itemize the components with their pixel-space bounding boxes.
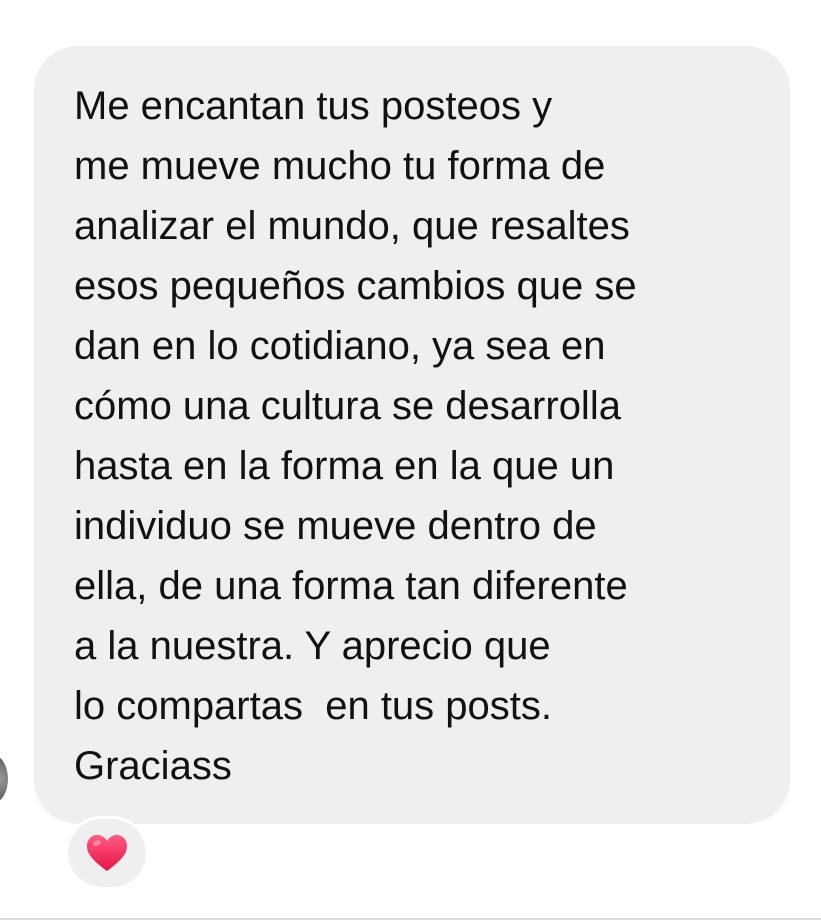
message-line: analizar el mundo, que resaltes [74, 204, 630, 248]
message-bubble[interactable]: Me encantan tus posteos y me mueve mucho… [34, 46, 790, 824]
message-line: a la nuestra. Y aprecio que [74, 624, 551, 668]
message-line: ella, de una forma tan diferente [74, 564, 628, 608]
message-line: Me encantan tus posteos y [74, 84, 553, 128]
heart-icon [85, 833, 129, 873]
message-line: lo compartas en tus posts. [74, 684, 553, 728]
message-line: dan en lo cotidiano, ya sea en [74, 324, 606, 368]
message-line: Graciass [74, 744, 232, 788]
sender-avatar[interactable] [0, 755, 8, 803]
message-line: me mueve mucho tu forma de [74, 144, 606, 188]
message-line: esos pequeños cambios que se [74, 264, 637, 308]
message-line: cómo una cultura se desarrolla [74, 384, 621, 428]
reaction-badge[interactable] [65, 816, 149, 890]
message-line: individuo se mueve dentro de [74, 504, 597, 548]
message-line: hasta en la forma en la que un [74, 444, 615, 488]
